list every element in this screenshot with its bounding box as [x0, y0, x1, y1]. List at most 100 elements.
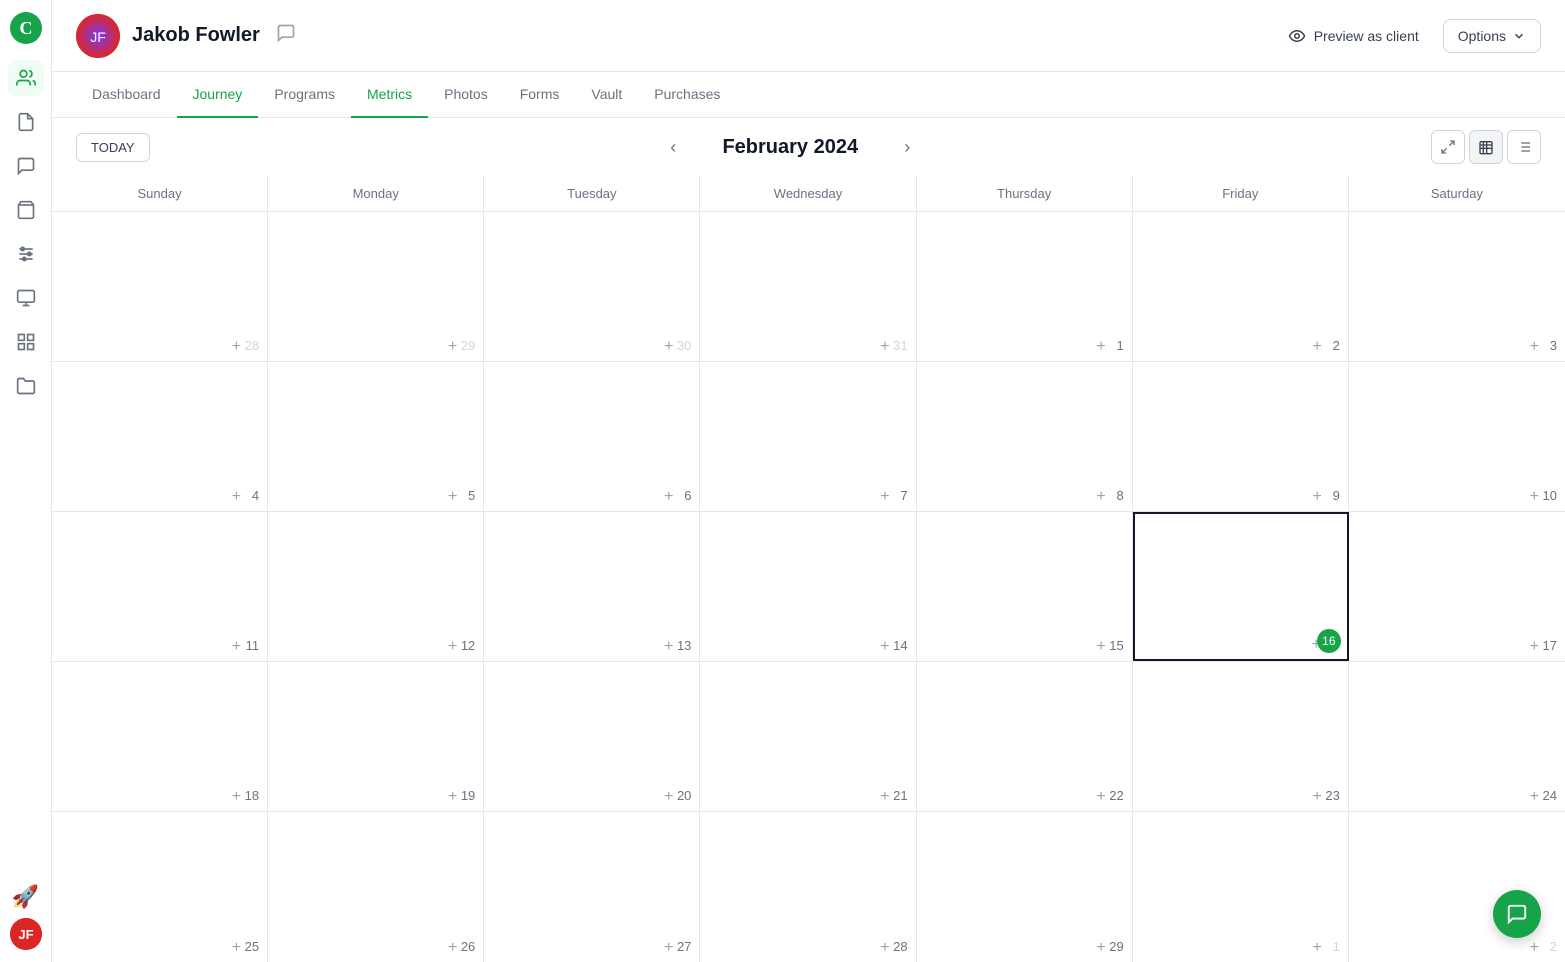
prev-month-button[interactable]: ‹	[662, 133, 684, 162]
calendar-cell-4-3[interactable]: +28	[700, 812, 916, 962]
add-event-3-5[interactable]: +	[1313, 789, 1322, 805]
add-event-4-2[interactable]: +	[664, 940, 673, 956]
calendar-cell-2-5[interactable]: +16	[1133, 512, 1349, 661]
calendar-cell-2-6[interactable]: +17	[1349, 512, 1565, 661]
tab-forms[interactable]: Forms	[504, 72, 576, 118]
calendar-cell-1-0[interactable]: +4	[52, 362, 268, 511]
calendar-cell-2-0[interactable]: +11	[52, 512, 268, 661]
calendar-cell-2-1[interactable]: +12	[268, 512, 484, 661]
add-event-0-6[interactable]: +	[1530, 339, 1539, 355]
tab-journey[interactable]: Journey	[177, 72, 259, 118]
calendar-cell-4-1[interactable]: +26	[268, 812, 484, 962]
sidebar-user-avatar[interactable]: JF	[10, 918, 42, 950]
calendar-cell-3-5[interactable]: +23	[1133, 662, 1349, 811]
sidebar-rocket-icon[interactable]: 🚀	[12, 884, 39, 910]
add-event-1-6[interactable]: +	[1530, 489, 1539, 505]
calendar-cell-4-5[interactable]: +1	[1133, 812, 1349, 962]
calendar-cell-3-4[interactable]: +22	[917, 662, 1133, 811]
tab-photos[interactable]: Photos	[428, 72, 504, 118]
sidebar-bag-icon[interactable]	[8, 192, 44, 228]
sidebar-grid-icon[interactable]	[8, 324, 44, 360]
add-event-4-0[interactable]: +	[232, 940, 241, 956]
calendar-cell-0-3[interactable]: +31	[700, 212, 916, 361]
message-icon[interactable]	[276, 23, 296, 48]
calendar-cell-1-2[interactable]: +6	[484, 362, 700, 511]
sidebar-monitor-icon[interactable]	[8, 280, 44, 316]
next-month-button[interactable]: ›	[896, 133, 918, 162]
add-event-0-0[interactable]: +	[232, 339, 241, 355]
calendar-cell-4-4[interactable]: +29	[917, 812, 1133, 962]
calendar-cell-4-0[interactable]: +25	[52, 812, 268, 962]
add-event-4-1[interactable]: +	[448, 940, 457, 956]
tab-purchases[interactable]: Purchases	[638, 72, 736, 118]
add-event-1-0[interactable]: +	[232, 489, 241, 505]
add-event-0-2[interactable]: +	[664, 339, 673, 355]
tab-metrics[interactable]: Metrics	[351, 72, 428, 118]
add-event-3-6[interactable]: +	[1530, 789, 1539, 805]
add-event-4-3[interactable]: +	[880, 940, 889, 956]
calendar-list-view-button[interactable]	[1507, 130, 1541, 164]
calendar-cell-0-0[interactable]: +28	[52, 212, 268, 361]
add-event-2-3[interactable]: +	[880, 639, 889, 655]
calendar-cell-2-2[interactable]: +13	[484, 512, 700, 661]
calendar-grid-view-button[interactable]	[1469, 130, 1503, 164]
add-event-0-1[interactable]: +	[448, 339, 457, 355]
calendar-cell-1-4[interactable]: +8	[917, 362, 1133, 511]
user-avatar[interactable]: JF	[76, 14, 120, 58]
main-content: JF Jakob Fowler Preview as client Option…	[52, 0, 1565, 962]
calendar-cell-4-2[interactable]: +27	[484, 812, 700, 962]
add-event-2-0[interactable]: +	[232, 639, 241, 655]
calendar-cell-3-6[interactable]: +24	[1349, 662, 1565, 811]
add-event-2-6[interactable]: +	[1530, 639, 1539, 655]
calendar-cell-4-6[interactable]: +2	[1349, 812, 1565, 962]
add-event-1-3[interactable]: +	[880, 489, 889, 505]
calendar-cell-1-5[interactable]: +9	[1133, 362, 1349, 511]
add-event-4-4[interactable]: +	[1096, 940, 1105, 956]
add-event-3-0[interactable]: +	[232, 789, 241, 805]
add-event-1-2[interactable]: +	[664, 489, 673, 505]
calendar-cell-3-1[interactable]: +19	[268, 662, 484, 811]
calendar-cell-0-2[interactable]: +30	[484, 212, 700, 361]
calendar-cell-3-2[interactable]: +20	[484, 662, 700, 811]
calendar-cell-0-1[interactable]: +29	[268, 212, 484, 361]
tab-dashboard[interactable]: Dashboard	[76, 72, 177, 118]
add-event-0-4[interactable]: +	[1096, 339, 1105, 355]
add-event-1-4[interactable]: +	[1096, 489, 1105, 505]
options-button[interactable]: Options	[1443, 19, 1541, 53]
calendar-cell-2-3[interactable]: +14	[700, 512, 916, 661]
sidebar-folder-icon[interactable]	[8, 368, 44, 404]
add-event-0-5[interactable]: +	[1313, 339, 1322, 355]
tab-vault[interactable]: Vault	[575, 72, 638, 118]
add-event-2-2[interactable]: +	[664, 639, 673, 655]
add-event-4-6[interactable]: +	[1530, 940, 1539, 956]
add-event-3-4[interactable]: +	[1096, 789, 1105, 805]
add-event-3-1[interactable]: +	[448, 789, 457, 805]
add-event-1-5[interactable]: +	[1313, 489, 1322, 505]
chat-bubble-button[interactable]	[1493, 890, 1541, 938]
sidebar-chat-icon[interactable]	[8, 148, 44, 184]
sidebar-sliders-icon[interactable]	[8, 236, 44, 272]
sidebar-document-icon[interactable]	[8, 104, 44, 140]
preview-client-button[interactable]: Preview as client	[1288, 27, 1419, 45]
add-event-4-5[interactable]: +	[1313, 940, 1322, 956]
calendar-cell-3-3[interactable]: +21	[700, 662, 916, 811]
calendar-cell-1-1[interactable]: +5	[268, 362, 484, 511]
calendar-cell-2-4[interactable]: +15	[917, 512, 1133, 661]
add-event-1-1[interactable]: +	[448, 489, 457, 505]
add-event-3-2[interactable]: +	[664, 789, 673, 805]
add-event-2-1[interactable]: +	[448, 639, 457, 655]
app-logo[interactable]: C	[10, 12, 42, 44]
tab-programs[interactable]: Programs	[258, 72, 351, 118]
expand-view-button[interactable]	[1431, 130, 1465, 164]
add-event-2-4[interactable]: +	[1096, 639, 1105, 655]
calendar-cell-0-5[interactable]: +2	[1133, 212, 1349, 361]
calendar-cell-0-4[interactable]: +1	[917, 212, 1133, 361]
add-event-3-3[interactable]: +	[880, 789, 889, 805]
calendar-cell-1-3[interactable]: +7	[700, 362, 916, 511]
calendar-cell-3-0[interactable]: +18	[52, 662, 268, 811]
calendar-cell-0-6[interactable]: +3	[1349, 212, 1565, 361]
today-button[interactable]: TODAY	[76, 133, 150, 162]
sidebar-clients-icon[interactable]	[8, 60, 44, 96]
add-event-0-3[interactable]: +	[880, 339, 889, 355]
calendar-cell-1-6[interactable]: +10	[1349, 362, 1565, 511]
